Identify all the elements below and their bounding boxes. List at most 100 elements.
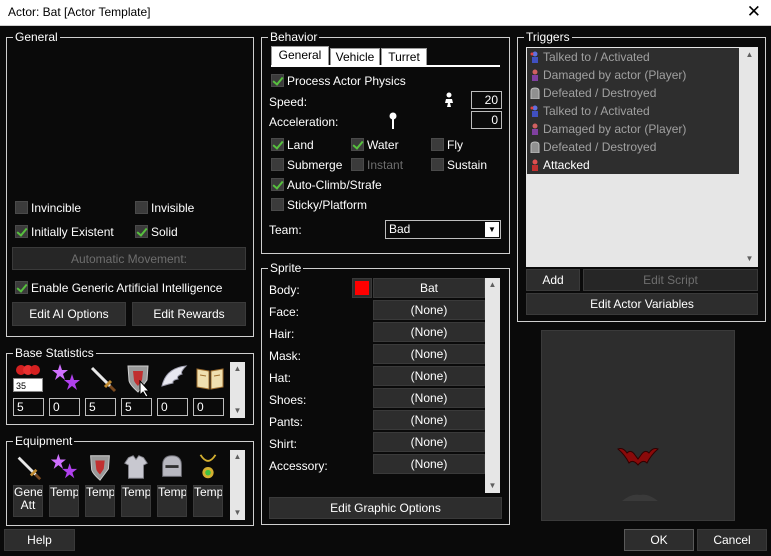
trigger-item[interactable]: Defeated / Destroyed bbox=[527, 138, 739, 156]
sticky-checkbox[interactable]: Sticky/Platform bbox=[271, 198, 367, 214]
chevron-down-icon[interactable]: ▼ bbox=[485, 222, 499, 237]
trigger-text: Defeated / Destroyed bbox=[543, 140, 657, 154]
scroll-up-icon[interactable]: ▲ bbox=[230, 450, 245, 464]
automatic-movement-button[interactable]: Automatic Movement: bbox=[12, 247, 246, 270]
triggers-legend: Triggers bbox=[524, 30, 572, 44]
auto-climb-label: Auto-Climb/Strafe bbox=[287, 178, 382, 192]
title-bar: Actor: Bat [Actor Template] ✕ bbox=[0, 0, 771, 26]
enable-ai-checkbox[interactable]: Enable Generic Artificial Intelligence bbox=[15, 281, 222, 297]
checkbox-box bbox=[431, 158, 444, 171]
edit-actor-variables-button[interactable]: Edit Actor Variables bbox=[526, 293, 758, 315]
stat-value-input[interactable]: 0 bbox=[157, 398, 188, 416]
triggers-scrollbar[interactable]: ▲ ▼ bbox=[742, 48, 757, 266]
shield-icon bbox=[85, 451, 115, 483]
armor-icon bbox=[121, 451, 151, 483]
stats-scrollbar[interactable]: ▲ ▼ bbox=[230, 362, 245, 418]
scroll-down-icon[interactable]: ▼ bbox=[742, 252, 757, 266]
team-label: Team: bbox=[269, 223, 302, 237]
ok-button[interactable]: OK bbox=[624, 529, 694, 551]
trigger-item[interactable]: Attacked bbox=[527, 156, 739, 174]
equipment-slot[interactable]: Template bbox=[193, 485, 223, 517]
sprite-label-mask: Mask: bbox=[269, 349, 302, 363]
tab-vehicle[interactable]: Vehicle bbox=[330, 48, 380, 66]
initially-existent-checkbox[interactable]: Initially Existent bbox=[15, 225, 114, 241]
scroll-up-icon[interactable]: ▲ bbox=[230, 362, 245, 376]
add-trigger-button[interactable]: Add bbox=[526, 269, 580, 291]
sprite-shirt-button[interactable]: (None) bbox=[373, 432, 485, 452]
trigger-text: Talked to / Activated bbox=[543, 50, 650, 64]
sustain-checkbox[interactable]: Sustain bbox=[431, 158, 487, 174]
equipment-slot[interactable]: Generic Att bbox=[13, 485, 43, 517]
auto-climb-checkbox[interactable]: Auto-Climb/Strafe bbox=[271, 178, 382, 194]
sprite-face-button[interactable]: (None) bbox=[373, 300, 485, 320]
equipment-scrollbar[interactable]: ▲ ▼ bbox=[230, 450, 245, 520]
edit-graphic-options-button[interactable]: Edit Graphic Options bbox=[269, 497, 502, 519]
sprite-hair-button[interactable]: (None) bbox=[373, 322, 485, 342]
sustain-label: Sustain bbox=[447, 158, 488, 172]
land-label: Land bbox=[287, 138, 314, 152]
invincible-checkbox[interactable]: Invincible bbox=[15, 201, 81, 217]
sprite-hat-button[interactable]: (None) bbox=[373, 366, 485, 386]
trigger-item[interactable]: Damaged by actor (Player) bbox=[527, 66, 739, 84]
land-checkbox[interactable]: Land bbox=[271, 138, 314, 154]
scroll-up-icon[interactable]: ▲ bbox=[485, 278, 500, 292]
team-value: Bad bbox=[389, 222, 411, 236]
edit-ai-options-button[interactable]: Edit AI Options bbox=[12, 302, 126, 326]
sprite-pants-button[interactable]: (None) bbox=[373, 410, 485, 430]
tab-turret[interactable]: Turret bbox=[381, 48, 427, 66]
body-color-fill bbox=[355, 281, 369, 295]
equipment-slot[interactable]: Template bbox=[157, 485, 187, 517]
sprite-body-button[interactable]: Bat bbox=[373, 278, 485, 298]
close-icon[interactable]: ✕ bbox=[747, 2, 761, 22]
damage-icon bbox=[529, 123, 541, 135]
instant-checkbox[interactable]: Instant bbox=[351, 158, 403, 174]
fly-checkbox[interactable]: Fly bbox=[431, 138, 463, 154]
sprite-accessory-button[interactable]: (None) bbox=[373, 454, 485, 474]
body-color-swatch[interactable] bbox=[352, 278, 372, 298]
sprite-label-pants: Pants: bbox=[269, 415, 304, 429]
sprite-mask-button[interactable]: (None) bbox=[373, 344, 485, 364]
tab-general[interactable]: General bbox=[271, 46, 329, 66]
acceleration-input[interactable]: 0 bbox=[471, 111, 502, 129]
edit-script-button[interactable]: Edit Script bbox=[583, 269, 758, 291]
trigger-item[interactable]: Defeated / Destroyed bbox=[527, 84, 739, 102]
invisible-label: Invisible bbox=[151, 201, 195, 215]
speed-input[interactable]: 20 bbox=[471, 91, 502, 109]
trigger-item[interactable]: Talked to / Activated bbox=[527, 102, 739, 120]
stat-value-input[interactable]: 5 bbox=[121, 398, 152, 416]
trigger-text: Talked to / Activated bbox=[543, 104, 650, 118]
scroll-up-icon[interactable]: ▲ bbox=[742, 48, 757, 62]
team-select[interactable]: Bad ▼ bbox=[385, 220, 501, 239]
shadow-icon bbox=[620, 491, 660, 503]
scroll-down-icon[interactable]: ▼ bbox=[230, 506, 245, 520]
solid-checkbox[interactable]: Solid bbox=[135, 225, 178, 241]
initially-existent-label: Initially Existent bbox=[31, 225, 114, 239]
scroll-down-icon[interactable]: ▼ bbox=[485, 479, 500, 493]
trigger-item[interactable]: Talked to / Activated bbox=[527, 48, 739, 66]
edit-rewards-button[interactable]: Edit Rewards bbox=[132, 302, 246, 326]
stat-value-input[interactable]: 5 bbox=[13, 398, 44, 416]
magic-stars-icon bbox=[50, 362, 82, 394]
stat-value-input[interactable]: 5 bbox=[85, 398, 116, 416]
sprite-shoes-button[interactable]: (None) bbox=[373, 388, 485, 408]
equipment-slot[interactable]: Template bbox=[49, 485, 79, 517]
equipment-slot[interactable]: Template bbox=[121, 485, 151, 517]
help-button[interactable]: Help bbox=[4, 529, 75, 551]
equipment-slot[interactable]: Template bbox=[85, 485, 115, 517]
trigger-list-empty bbox=[527, 174, 739, 266]
water-checkbox[interactable]: Water bbox=[351, 138, 399, 154]
enable-ai-label: Enable Generic Artificial Intelligence bbox=[31, 281, 223, 295]
scroll-down-icon[interactable]: ▼ bbox=[230, 404, 245, 418]
stat-value-input[interactable]: 0 bbox=[193, 398, 224, 416]
checkbox-box bbox=[271, 178, 284, 191]
trigger-item[interactable]: Damaged by actor (Player) bbox=[527, 120, 739, 138]
submerge-checkbox[interactable]: Submerge bbox=[271, 158, 342, 174]
stat-value-input[interactable]: 0 bbox=[49, 398, 80, 416]
sprite-label-shirt: Shirt: bbox=[269, 437, 298, 451]
cancel-button[interactable]: Cancel bbox=[697, 529, 767, 551]
window-title: Actor: Bat [Actor Template] bbox=[8, 5, 151, 19]
invisible-checkbox[interactable]: Invisible bbox=[135, 201, 194, 217]
process-physics-checkbox[interactable]: Process Actor Physics bbox=[271, 74, 406, 90]
sprite-scrollbar[interactable]: ▲ ▼ bbox=[485, 278, 500, 493]
damage-icon bbox=[529, 69, 541, 81]
